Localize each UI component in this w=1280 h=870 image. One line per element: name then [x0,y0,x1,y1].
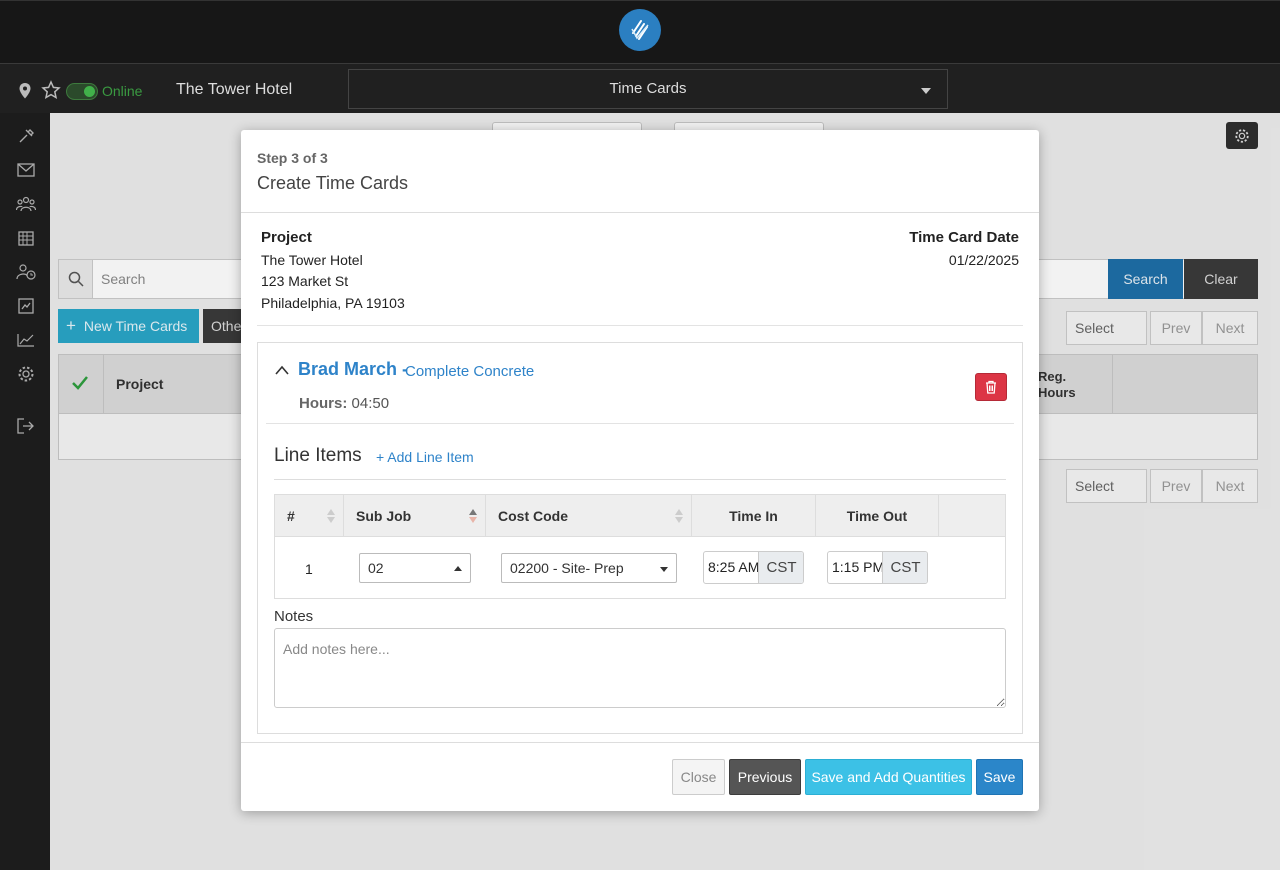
hours-label: Hours: [299,395,348,412]
time-card-date-label: Time Card Date [909,229,1019,246]
divider [257,325,1023,326]
location-pin-icon[interactable] [18,82,32,103]
line-items-header: # Sub Job Cost Code Time In Time Out [275,495,1005,537]
create-time-cards-modal: Step 3 of 3 Create Time Cards Project Th… [241,130,1039,811]
mail-icon[interactable] [16,160,36,180]
save-and-add-quantities-button[interactable]: Save and Add Quantities [805,759,972,795]
time-in-input[interactable]: 8:25 AM [704,552,759,583]
save-button[interactable]: Save [976,759,1023,795]
chevron-down-icon [660,567,668,572]
star-icon[interactable] [41,80,61,103]
users-icon[interactable] [16,194,36,214]
project-label: Project [261,229,312,246]
address-line2: Philadelphia, PA 19103 [261,295,405,311]
column-cost-code[interactable]: Cost Code [486,495,692,537]
chevron-up-icon [454,566,462,571]
cost-code-value: 02200 - Site- Prep [510,560,624,576]
previous-button[interactable]: Previous [729,759,801,795]
modal-title: Create Time Cards [257,173,409,193]
calendar-icon[interactable] [16,228,36,248]
time-in-group: 8:25 AM CST [703,551,804,584]
sidebar [0,113,50,870]
time-out-timezone: CST [882,552,927,583]
clipboard-chart-icon[interactable] [16,296,36,316]
modal-footer-divider [241,742,1039,743]
divider [266,423,1014,424]
time-out-group: 1:15 PM CST [827,551,928,584]
time-in-timezone: CST [758,552,803,583]
time-out-input[interactable]: 1:15 PM [828,552,883,583]
module-select[interactable]: Time Cards [348,69,948,109]
employee-time-card: Brad March - Complete Concrete Hours: 04… [257,342,1023,734]
trash-icon [986,380,996,394]
time-card-date-value: 01/22/2025 [948,252,1019,268]
line-items-table: # Sub Job Cost Code Time In Time Out 1 0… [274,494,1006,599]
hours-summary: Hours: 04:50 [299,395,389,412]
modal-header: Step 3 of 3 Create Time Cards [241,130,1039,213]
line-items-title: Line Items [274,445,362,466]
line-chart-icon[interactable] [16,330,36,350]
employee-task[interactable]: Complete Concrete [405,363,534,380]
column-time-out: Time Out [816,495,939,537]
cost-code-select[interactable]: 02200 - Site- Prep [501,553,677,583]
column-time-in: Time In [692,495,816,537]
logo-icon[interactable] [619,9,661,51]
chevron-up-icon[interactable] [274,363,290,379]
step-indicator: Step 3 of 3 [257,150,328,166]
notes-textarea[interactable] [274,628,1006,708]
module-select-value: Time Cards [609,80,687,97]
user-clock-icon[interactable] [16,262,36,282]
notes-label: Notes [274,608,314,625]
close-button[interactable]: Close [672,759,725,795]
sub-job-select[interactable]: 02 [359,553,471,583]
project-name: The Tower Hotel [261,252,363,268]
project-bar: Online The Tower Hotel Time Cards [0,63,1280,113]
column-sub-job[interactable]: Sub Job [344,495,486,537]
address-line1: 123 Market St [261,273,349,289]
delete-time-card-button[interactable] [975,373,1007,401]
column-number[interactable]: # [275,495,344,537]
add-line-item-link[interactable]: + Add Line Item [376,449,474,465]
project-name[interactable]: The Tower Hotel [176,81,292,99]
row-number: 1 [305,561,313,577]
hours-value: 04:50 [351,395,390,412]
sub-job-value: 02 [368,560,384,576]
chevron-down-icon [921,88,931,94]
gear-icon[interactable] [16,364,36,384]
logout-icon[interactable] [16,416,36,436]
online-status: Online [102,83,143,99]
online-toggle[interactable] [66,83,98,100]
employee-name[interactable]: Brad March - [298,359,408,380]
top-bar [0,0,1280,63]
hammer-icon[interactable] [16,126,36,146]
divider [274,479,1006,480]
